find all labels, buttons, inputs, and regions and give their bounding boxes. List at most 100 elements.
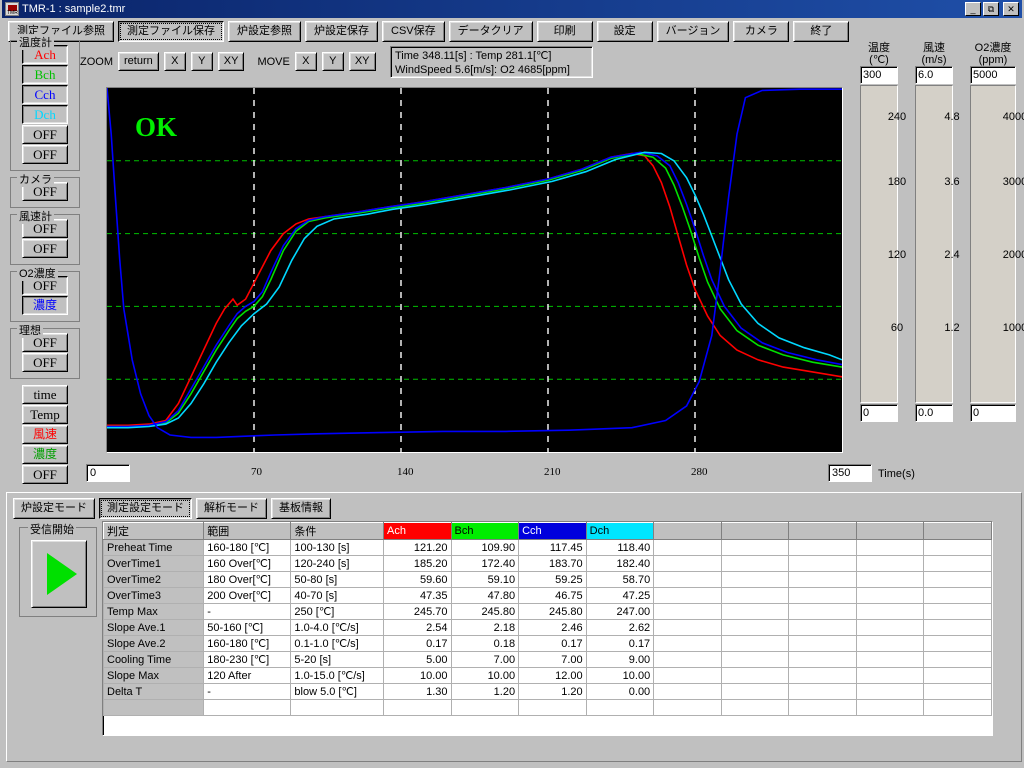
table-cell — [451, 700, 519, 716]
move-xy-button[interactable]: XY — [349, 52, 376, 71]
axis-assign-button-0[interactable]: time — [22, 385, 68, 404]
table-cell — [789, 540, 857, 556]
table-cell — [856, 588, 924, 604]
windspeed-axis-panel: 風速 (m/s) 6.0 4.8 3.6 2.4 1.2 0.0 — [915, 42, 953, 422]
o2-min-input[interactable]: 0 — [970, 404, 1016, 422]
temperature-min-input[interactable]: 0 — [860, 404, 898, 422]
axis-assign-button-4[interactable]: OFF — [22, 465, 68, 484]
table-row[interactable]: Slope Max120 After1.0-15.0 [℃/s]10.0010.… — [104, 668, 992, 684]
zoom-xy-button[interactable]: XY — [218, 52, 245, 71]
menu-button-5[interactable]: データクリア — [449, 21, 533, 42]
menu-button-10[interactable]: 終了 — [793, 21, 849, 42]
table-cell: 59.60 — [384, 572, 452, 588]
table-row[interactable]: Temp Max-250 [℃]245.70245.80245.80247.00 — [104, 604, 992, 620]
windspeed-max-input[interactable]: 6.0 — [915, 66, 953, 84]
minimize-icon[interactable]: _ — [965, 2, 981, 16]
axis-assign-button-2[interactable]: 風速 — [22, 425, 68, 444]
sidebar-toggle-3-1[interactable]: 濃度 — [22, 296, 68, 315]
temperature-tick-120: 120 — [879, 249, 915, 261]
start-button[interactable] — [31, 540, 87, 608]
table-cell: 1.20 — [451, 684, 519, 700]
axis-assign-button-1[interactable]: Temp — [22, 405, 68, 424]
table-cell: 12.00 — [519, 668, 587, 684]
table-cell — [924, 572, 992, 588]
table-cell — [924, 652, 992, 668]
table-cell: 100-130 [s] — [291, 540, 384, 556]
table-cell — [789, 620, 857, 636]
table-row[interactable]: OverTime1160 Over[℃]120-240 [s]185.20172… — [104, 556, 992, 572]
table-row[interactable]: Cooling Time180-230 [℃]5-20 [s]5.007.007… — [104, 652, 992, 668]
sidebar-toggle-2-1[interactable]: OFF — [22, 239, 68, 258]
table-row[interactable]: OverTime2180 Over[℃]50-80 [s]59.6059.105… — [104, 572, 992, 588]
sidebar-toggle-0-5[interactable]: OFF — [22, 145, 68, 164]
close-icon[interactable]: ✕ — [1003, 2, 1019, 16]
maximize-icon[interactable]: ⧉ — [983, 2, 999, 16]
table-row-label: Preheat Time — [104, 540, 204, 556]
menu-button-7[interactable]: 設定 — [597, 21, 653, 42]
table-cell — [924, 700, 992, 716]
sidebar-group-label-2: 風速計 — [17, 208, 54, 224]
sidebar-toggle-0-2[interactable]: Cch — [22, 85, 68, 104]
table-row[interactable]: OverTime3200 Over[℃]40-70 [s]47.3547.804… — [104, 588, 992, 604]
menu-button-3[interactable]: 炉設定保存 — [305, 21, 378, 42]
mode-tab-0[interactable]: 炉設定モード — [13, 498, 95, 519]
zoom-x-button[interactable]: X — [164, 52, 186, 71]
mode-tab-2[interactable]: 解析モード — [196, 498, 267, 519]
table-row[interactable]: Slope Ave.150-160 [℃]1.0-4.0 [℃/s]2.542.… — [104, 620, 992, 636]
zoom-return-button[interactable]: return — [118, 52, 159, 71]
table-cell — [721, 604, 789, 620]
table-row[interactable]: Preheat Time160-180 [℃]100-130 [s]121.20… — [104, 540, 992, 556]
table-row[interactable] — [104, 700, 992, 716]
table-row[interactable]: Delta T-blow 5.0 [℃]1.301.201.200.00 — [104, 684, 992, 700]
table-header-cell-1: 範囲 — [204, 523, 291, 540]
windspeed-tick-3-6: 3.6 — [934, 176, 970, 188]
time-max-input[interactable]: 350 — [828, 464, 872, 482]
readout-line-2: WindSpeed 5.6[m/s]: O2 4685[ppm] — [395, 63, 588, 77]
table-cell: 245.80 — [451, 604, 519, 620]
temperature-axis-unit: (℃) — [860, 54, 898, 66]
windspeed-min-input[interactable]: 0.0 — [915, 404, 953, 422]
table-cell — [856, 668, 924, 684]
table-cell: - — [204, 684, 291, 700]
sidebar-toggle-0-4[interactable]: OFF — [22, 125, 68, 144]
o2-tick-1000: 1000 — [993, 322, 1024, 334]
zoom-y-button[interactable]: Y — [191, 52, 213, 71]
table-cell — [856, 620, 924, 636]
table-cell — [654, 620, 722, 636]
table-cell — [654, 684, 722, 700]
table-cell: 117.45 — [519, 540, 587, 556]
table-row[interactable]: Slope Ave.2160-180 [℃]0.1-1.0 [℃/s]0.170… — [104, 636, 992, 652]
temperature-max-input[interactable]: 300 — [860, 66, 898, 84]
time-tick-70: 70 — [251, 466, 262, 478]
table-header-cell-3: Ach — [384, 523, 452, 540]
move-x-button[interactable]: X — [295, 52, 317, 71]
menu-button-4[interactable]: CSV保存 — [382, 21, 445, 42]
menu-button-1[interactable]: 測定ファイル保存 — [118, 21, 224, 42]
profile-chart[interactable]: OK — [106, 87, 843, 453]
windspeed-tick-1-2: 1.2 — [934, 322, 970, 334]
menu-button-6[interactable]: 印刷 — [537, 21, 593, 42]
sidebar-group-4: 理想OFFOFF — [10, 328, 80, 379]
table-cell: 7.00 — [519, 652, 587, 668]
windspeed-axis-scale: 4.8 3.6 2.4 1.2 — [915, 85, 953, 403]
mode-tab-3[interactable]: 基板情報 — [271, 498, 331, 519]
move-y-button[interactable]: Y — [322, 52, 344, 71]
sidebar-toggle-0-3[interactable]: Dch — [22, 105, 68, 124]
table-cell — [789, 556, 857, 572]
sidebar-group-1: カメラOFF — [10, 177, 80, 208]
menu-button-9[interactable]: カメラ — [733, 21, 789, 42]
judgement-table-container[interactable]: 判定範囲条件AchBchCchDch Preheat Time160-180 [… — [102, 521, 993, 736]
table-cell — [721, 636, 789, 652]
table-cell — [924, 588, 992, 604]
o2-max-input[interactable]: 5000 — [970, 66, 1016, 84]
table-cell — [654, 588, 722, 604]
time-min-input[interactable]: 0 — [86, 464, 130, 482]
mode-tab-1[interactable]: 測定設定モード — [99, 498, 192, 519]
menu-button-2[interactable]: 炉設定参照 — [228, 21, 301, 42]
sidebar-toggle-4-1[interactable]: OFF — [22, 353, 68, 372]
axis-assign-button-3[interactable]: 濃度 — [22, 445, 68, 464]
sidebar-toggle-0-1[interactable]: Bch — [22, 65, 68, 84]
chart-canvas[interactable]: OK — [107, 88, 842, 452]
table-cell — [924, 636, 992, 652]
menu-button-8[interactable]: バージョン — [657, 21, 730, 42]
